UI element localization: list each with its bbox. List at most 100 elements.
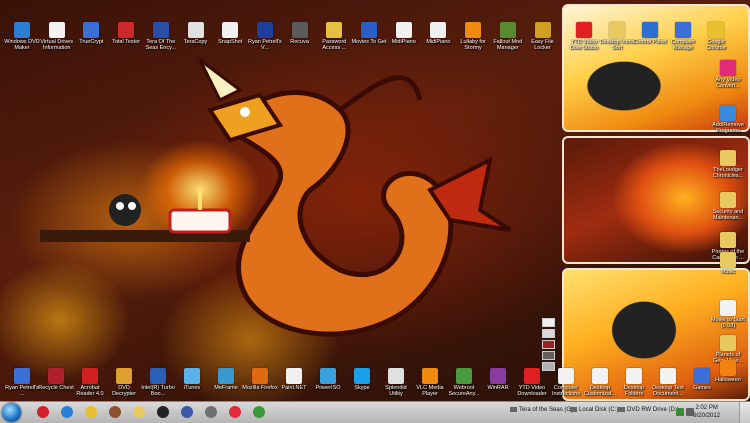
desktop-shortcut[interactable]: Security and Maintenan... [710, 192, 746, 221]
desktop-shortcut[interactable]: Paint.NET [276, 368, 312, 391]
skype-icon [354, 368, 370, 384]
desktop-shortcut[interactable]: Computer Manage [665, 22, 701, 51]
document-icon [660, 368, 676, 384]
shortcut-label: Any Video Convert... [715, 77, 741, 89]
desktop-shortcut[interactable]: Skype [344, 368, 380, 391]
taskbar-button[interactable] [202, 404, 220, 421]
desktop-shortcut[interactable]: YTD Video Downloader [514, 368, 550, 397]
desktop-shortcut[interactable]: iTunes [174, 368, 210, 391]
desktop-shortcut[interactable]: Control Panel [632, 22, 668, 45]
desktop-shortcut[interactable]: Movies To Get [351, 22, 387, 45]
shortcut-label: Games [693, 385, 711, 391]
taskbar-button[interactable] [130, 404, 148, 421]
paint-icon [286, 368, 302, 384]
taskbar-button[interactable] [178, 404, 196, 421]
desktop-shortcut[interactable]: Recycle Chest [38, 368, 74, 391]
desktop-shortcut[interactable]: Splendid Utility [378, 368, 414, 397]
control-panel-icon [642, 22, 658, 38]
desktop-shortcut[interactable]: DVD Decrypter [106, 368, 142, 397]
desktop-shortcut[interactable]: Easy File Locker [525, 22, 561, 51]
desktop-shortcut[interactable]: Desktop Text Document... [650, 368, 686, 397]
desktop-shortcut[interactable]: Computer Instructions [548, 368, 584, 397]
show-desktop-button[interactable] [739, 402, 750, 423]
shortcut-label: Virtual Drives Information [40, 39, 73, 51]
desktop-shortcut[interactable]: MeFrame [208, 368, 244, 391]
desktop-shortcut[interactable]: Mozilla Firefox [242, 368, 278, 391]
itunes-icon [184, 368, 200, 384]
desktop-shortcut[interactable]: Recuva [282, 22, 318, 45]
desktop-shortcut[interactable]: Webroot SecureAny... [446, 368, 482, 397]
taskbar-button[interactable] [226, 404, 244, 421]
taskbar-button[interactable] [250, 404, 268, 421]
desktop-shortcut[interactable]: Add/Remove Programs [710, 105, 746, 134]
folder-icon [720, 150, 736, 166]
clock[interactable]: 2:02 PM 9/20/2012 [693, 404, 720, 420]
taskbar-button[interactable] [58, 404, 76, 421]
desktop-shortcut[interactable]: MidiPiano [420, 22, 456, 45]
computer-icon [675, 22, 691, 38]
desktop-shortcut[interactable]: YTD Video Dow Studio [566, 22, 602, 51]
wolf-icon [205, 406, 217, 418]
color-swatch[interactable] [542, 340, 555, 349]
desktop-shortcut[interactable]: Desktop Customizat... [582, 368, 618, 397]
folder-icon [720, 232, 736, 248]
start-orb-icon[interactable] [2, 403, 21, 422]
desktop-shortcut[interactable]: TeraCopy [178, 22, 214, 45]
desktop-shortcut[interactable]: Total Tester [108, 22, 144, 45]
desktop-shortcut[interactable]: Ryan Petrell's V... [247, 22, 283, 51]
desktop-shortcut[interactable]: Virtual Drives Information [39, 22, 75, 51]
taskbar-button[interactable] [154, 404, 172, 421]
desktop-shortcut[interactable]: SnapShot [212, 22, 248, 45]
desktop-shortcut[interactable]: TrueCrypt [73, 22, 109, 45]
desktop-shortcut[interactable]: Password Access ... [316, 22, 352, 51]
shortcut-label: DVD Decrypter [112, 385, 136, 397]
shortcut-label: Security and Maintenan... [712, 209, 744, 221]
folder-icon [609, 22, 625, 38]
shortcut-label: TheLoudger Chronicles... [712, 167, 744, 179]
drive-icon [618, 407, 625, 412]
desktop-shortcut[interactable]: Windows DVD Maker [4, 22, 40, 51]
desktop-shortcut[interactable]: Desktop Folders [616, 368, 652, 397]
desktop-shortcut[interactable]: Ryan Petrell's ... [4, 368, 40, 397]
desktop-shortcut[interactable]: Lullaby for Stormy [455, 22, 491, 51]
dvd-maker-icon [14, 22, 30, 38]
desktop-shortcut[interactable]: Tera Of The Seas Ency... [143, 22, 179, 51]
color-swatch[interactable] [542, 329, 555, 338]
shortcut-label: Movies To Get [351, 39, 387, 45]
drive-toolbar-item[interactable]: Tera of the Seas (G) [510, 407, 573, 413]
color-swatch[interactable] [542, 351, 555, 360]
taskbar-button[interactable] [34, 404, 52, 421]
desktop-shortcut[interactable]: PowerISO [310, 368, 346, 391]
desktop-shortcut[interactable]: Movie to Start (0.08) [710, 300, 746, 329]
desktop-shortcut[interactable]: VLC Media Player [412, 368, 448, 397]
drive-toolbar-item[interactable]: DVD RW Drive (D:) [618, 407, 679, 413]
fallout-icon [499, 22, 516, 38]
desktop-shortcut[interactable]: MidiPiano [386, 22, 422, 45]
shortcut-label: Skype [354, 385, 370, 391]
desktop-shortcut[interactable]: Halloween [710, 360, 746, 383]
tera-icon [152, 22, 169, 38]
chrome-icon [85, 406, 97, 418]
desktop-shortcut[interactable]: Intel(R) Turbo Boo... [140, 368, 176, 397]
desktop-shortcut[interactable]: Google Chrome [698, 22, 734, 51]
vlc-cone-icon [422, 368, 438, 384]
pumpkin-icon [720, 360, 736, 376]
shortcut-label: Paint.NET [281, 385, 307, 391]
taskbar-button[interactable] [106, 404, 124, 421]
taskbar-button[interactable] [82, 404, 100, 421]
document-icon [48, 22, 65, 38]
webroot-icon [456, 368, 472, 384]
desktop-shortcut[interactable]: Music [710, 252, 746, 275]
color-swatch[interactable] [542, 318, 555, 327]
desktop-shortcut[interactable]: Any Video Convert... [710, 60, 746, 89]
desktop-shortcut[interactable]: Desktop Icons Sort [599, 22, 635, 51]
desktop-shortcut[interactable]: WinRAR [480, 368, 516, 391]
desktop-shortcut[interactable]: TheLoudger Chronicles... [710, 150, 746, 179]
drive-toolbar-item[interactable]: Local Disk (C:) [570, 407, 618, 413]
network-icon[interactable] [676, 408, 684, 416]
lock-icon [534, 22, 551, 38]
desktop-shortcut[interactable]: Acrobat Reader 4.0 [72, 368, 108, 397]
shortcut-label: iTunes [183, 385, 201, 391]
desktop-shortcut[interactable]: Fallout Mod Manager [490, 22, 526, 51]
ytd-icon [576, 22, 592, 38]
